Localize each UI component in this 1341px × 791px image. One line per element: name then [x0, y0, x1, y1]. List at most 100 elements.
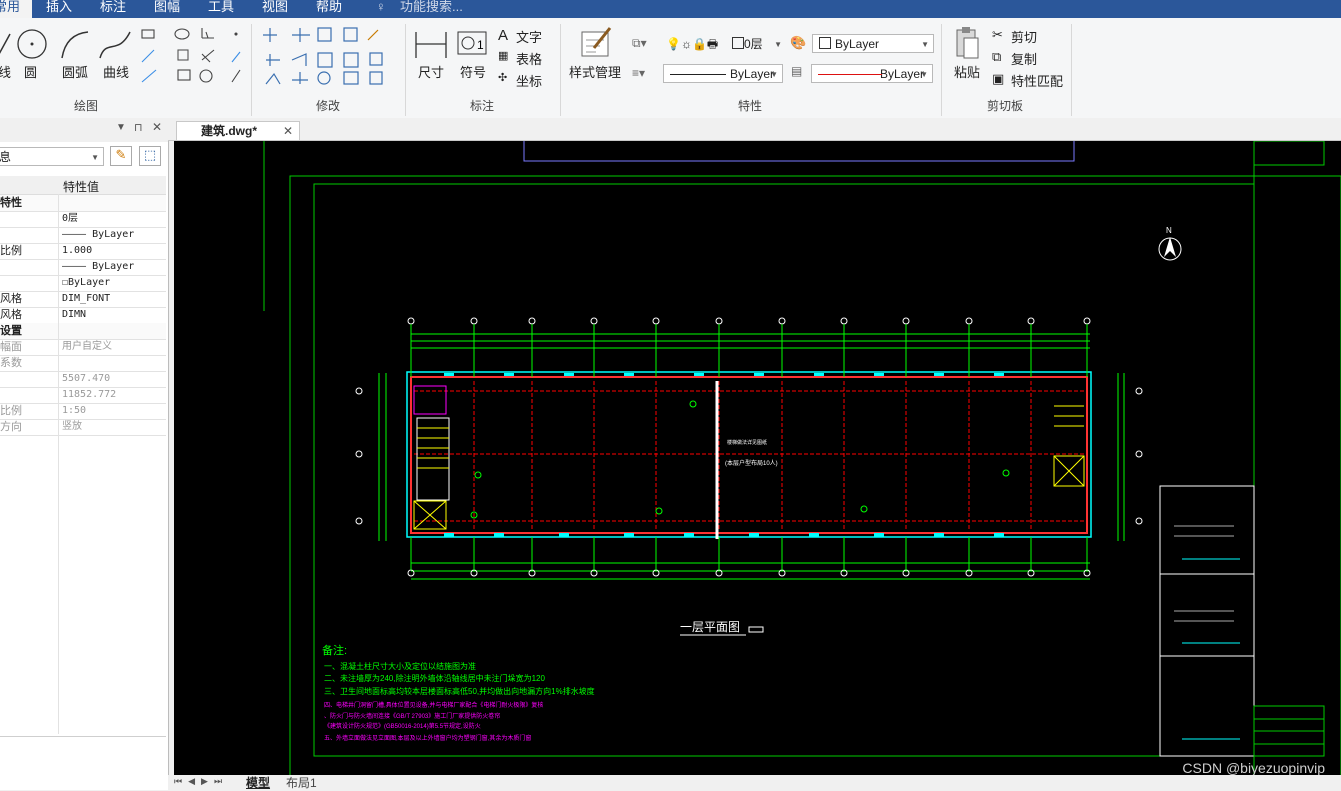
- symbol-tool-label[interactable]: 符号: [460, 62, 486, 81]
- property-row[interactable]: 风格 DIMN: [0, 307, 166, 324]
- draw-group-title: 绘图: [74, 99, 99, 113]
- menu-bar: 常用 插入 标注 图幅 工具 视图 帮助 ♀ 功能搜索...: [0, 0, 1341, 18]
- axis-bubble: [715, 317, 723, 325]
- menu-tab-view[interactable]: 视图: [262, 0, 288, 18]
- text-tool-label[interactable]: 文字: [516, 27, 542, 46]
- lineweight-dropdown[interactable]: ByLayer ▼: [811, 64, 933, 83]
- circle-tool-label[interactable]: 圆: [24, 62, 37, 81]
- property-key: 方向: [0, 421, 22, 433]
- property-key: 幅面: [0, 341, 22, 353]
- property-row[interactable]: 设置: [0, 323, 166, 340]
- color-value: ByLayer: [835, 37, 880, 51]
- note-line: 《建筑设计防火规范》(GB50016-2014)第5.5节规定,设防火: [324, 722, 481, 730]
- chevron-down-icon: ▼: [770, 70, 778, 79]
- property-row[interactable]: ☐ByLayer: [0, 275, 166, 292]
- line-tool-label[interactable]: 线: [0, 62, 11, 81]
- selection-dropdown[interactable]: 息 ▼: [0, 147, 104, 166]
- property-value: DIMN: [62, 309, 87, 320]
- menu-tab-home[interactable]: 常用: [0, 0, 32, 18]
- table-icon: ▦: [498, 50, 509, 62]
- draw-small-tools-icon: [141, 28, 241, 83]
- plan-title: 一层平面图: [680, 620, 740, 634]
- axis-bubble: [1027, 317, 1035, 325]
- menu-tab-frame[interactable]: 图幅: [154, 0, 180, 18]
- note-line: 、防火门与防火墙间连接《GB/T 27903》施工门厂家提供防火卷帘: [324, 712, 500, 720]
- close-icon[interactable]: ✕: [152, 120, 162, 134]
- table-tool-label[interactable]: 表格: [516, 49, 542, 68]
- document-tab-active[interactable]: 建筑.dwg* ✕: [176, 121, 300, 140]
- property-row[interactable]: 11852.772: [0, 387, 166, 404]
- axis-bubble: [965, 317, 973, 325]
- property-key: 设置: [0, 325, 22, 337]
- match-properties-icon: ▣: [992, 71, 1005, 86]
- property-row[interactable]: 幅面 用户自定义: [0, 339, 166, 356]
- group-separator: [251, 24, 252, 116]
- copy-icon: ⧉: [992, 49, 1002, 64]
- property-row[interactable]: 特性: [0, 195, 166, 212]
- dimension-icon: 1: [415, 31, 487, 58]
- cut-button[interactable]: 剪切: [1011, 27, 1037, 46]
- property-key: 比例: [0, 245, 22, 257]
- property-row[interactable]: ———— ByLayer: [0, 259, 166, 276]
- match-properties-button[interactable]: 特性匹配: [1011, 71, 1063, 90]
- group-separator: [1071, 24, 1072, 116]
- property-row[interactable]: 比例 1:50: [0, 403, 166, 420]
- style-manager-button[interactable]: 样式管理: [569, 62, 621, 81]
- property-row[interactable]: 比例 1.000: [0, 243, 166, 260]
- property-row[interactable]: 0层: [0, 211, 166, 228]
- menu-tab-annotate[interactable]: 标注: [100, 0, 126, 18]
- tab-navigation-arrows[interactable]: ⏮◀▶⏭: [174, 776, 228, 787]
- note-line: 三、卫生间地面标高均较本层楼面标高低50,并均做出向地漏方向1%排水坡度: [324, 686, 595, 696]
- group-separator: [941, 24, 942, 116]
- property-row[interactable]: 5507.470: [0, 371, 166, 388]
- menu-tab-help[interactable]: 帮助: [316, 0, 342, 18]
- menu-tab-insert[interactable]: 插入: [46, 0, 72, 18]
- property-row[interactable]: 方向 竖放: [0, 419, 166, 436]
- text-icon: A: [498, 27, 509, 44]
- panel-menu-icon[interactable]: ▼: [116, 122, 126, 133]
- annotate-group-title: 标注: [470, 99, 495, 113]
- menu-tab-tools[interactable]: 工具: [208, 0, 234, 18]
- paste-button[interactable]: 粘贴: [954, 62, 980, 81]
- property-key: 风格: [0, 309, 22, 321]
- property-row[interactable]: ———— ByLayer: [0, 227, 166, 244]
- drawing-canvas[interactable]: N 楼梯做法详见图纸 (本层户型布局10人) 一层平面图 备注: 一、混凝土柱尺…: [174, 141, 1341, 775]
- dimension-tool-label[interactable]: 尺寸: [418, 62, 444, 81]
- feature-search-input[interactable]: 功能搜索...: [400, 0, 463, 14]
- paste-icon: [956, 27, 979, 59]
- axis-bubble: [652, 317, 660, 325]
- layer-state-icons: 💡☼🔒🖶: [666, 37, 719, 51]
- chevron-down-icon: ▼: [920, 70, 928, 79]
- select-objects-icon[interactable]: ⬚: [139, 146, 161, 166]
- color-dropdown[interactable]: ByLayer ▼: [812, 34, 934, 53]
- quick-select-icon[interactable]: ✎: [110, 146, 132, 166]
- curve-tool-label[interactable]: 曲线: [103, 62, 129, 81]
- property-row[interactable]: 系数: [0, 355, 166, 372]
- coordinate-tool-label[interactable]: 坐标: [516, 71, 542, 90]
- close-tab-icon[interactable]: ✕: [283, 122, 293, 140]
- stair-note: 楼梯做法详见图纸: [727, 439, 767, 446]
- arc-tool-label[interactable]: 圆弧: [62, 62, 88, 81]
- list-icon[interactable]: ≡▾: [632, 66, 645, 80]
- property-value: ☐ByLayer: [62, 277, 111, 288]
- linetype-dropdown[interactable]: ByLayer ▼: [663, 64, 783, 83]
- color-wheel-icon[interactable]: 🎨: [790, 35, 806, 51]
- layer-manager-icon[interactable]: ⧉▾: [632, 36, 647, 51]
- property-value: 用户自定义: [62, 341, 112, 352]
- axis-bubble: [840, 317, 848, 325]
- tab-layout1[interactable]: 布局1: [286, 774, 317, 791]
- property-value: 竖放: [62, 421, 82, 432]
- property-value: DIM_FONT: [62, 293, 111, 304]
- axis-bubble: [1135, 387, 1143, 395]
- copy-button[interactable]: 复制: [1011, 49, 1037, 68]
- layer-dropdown[interactable]: 0层 ▼: [732, 35, 786, 54]
- chevron-down-icon: ▼: [921, 40, 929, 49]
- lightbulb-icon: ♀: [376, 0, 386, 14]
- tab-model[interactable]: 模型: [246, 774, 270, 791]
- axis-bubble: [528, 317, 536, 325]
- modify-tools-icons: [263, 27, 383, 85]
- pin-icon[interactable]: ⊓: [134, 121, 143, 134]
- property-row[interactable]: 风格 DIM_FONT: [0, 291, 166, 308]
- ribbon: 线 圆 圆弧 曲线 绘图 修改 1 尺寸 符号 A 文字 ▦ 表格 ✣ 坐标 标…: [0, 18, 1341, 119]
- panel-header: ▼ ⊓ ✕: [0, 118, 168, 142]
